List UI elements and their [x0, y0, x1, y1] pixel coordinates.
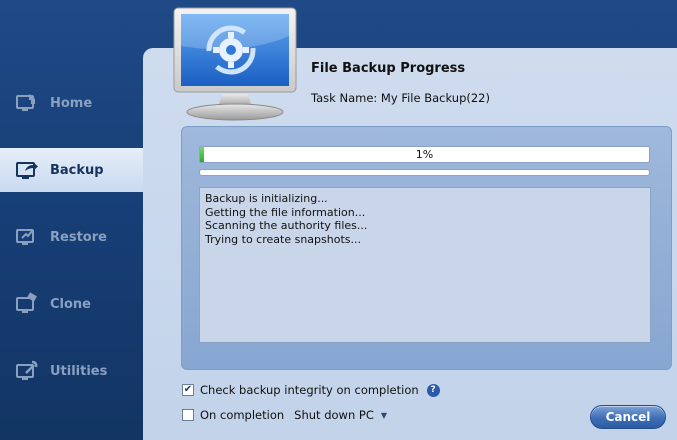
on-completion-option: On completion Shut down PC ▼ — [182, 408, 387, 422]
sidebar-item-clone[interactable]: Clone — [0, 282, 143, 326]
sidebar-item-label: Clone — [50, 296, 91, 312]
sidebar-item-label: Backup — [50, 162, 104, 178]
task-name: Task Name: My File Backup(22) — [311, 91, 490, 105]
utilities-icon — [14, 358, 40, 384]
log-line: Scanning the authority files... — [205, 219, 368, 233]
help-icon[interactable]: ? — [426, 383, 440, 397]
chevron-down-icon[interactable]: ▼ — [381, 411, 387, 420]
integrity-option: ✔ Check backup integrity on completion ? — [182, 383, 440, 397]
sidebar-item-label: Restore — [50, 229, 107, 245]
log-line: Getting the file information... — [205, 205, 366, 219]
page-title: File Backup Progress — [311, 61, 466, 76]
clone-icon — [14, 291, 40, 317]
cancel-button[interactable]: Cancel — [590, 405, 666, 429]
integrity-checkbox[interactable]: ✔ — [182, 384, 194, 396]
progress-bar: 1% — [199, 146, 650, 163]
sub-progress-bar — [199, 169, 650, 176]
sidebar-item-label: Home — [50, 95, 93, 111]
monitor-gear-icon — [172, 6, 302, 124]
log-area[interactable]: Backup is initializing... Getting the fi… — [199, 187, 651, 343]
sidebar-item-backup[interactable]: Backup — [0, 148, 143, 192]
sidebar-item-restore[interactable]: Restore — [0, 215, 143, 259]
sidebar-item-label: Utilities — [50, 363, 108, 379]
log-line: Trying to create snapshots... — [205, 233, 361, 247]
sidebar-item-home[interactable]: Home — [0, 81, 143, 125]
home-icon — [14, 90, 40, 116]
on-completion-checkbox[interactable] — [182, 409, 194, 421]
sidebar-item-utilities[interactable]: Utilities — [0, 349, 143, 393]
progress-percent: 1% — [415, 148, 434, 161]
restore-icon — [14, 224, 40, 250]
backup-icon — [14, 157, 40, 183]
log-line: Backup is initializing... — [205, 192, 328, 205]
sidebar: Home Backup Restore Clone Utilities — [0, 0, 143, 440]
integrity-label: Check backup integrity on completion — [200, 383, 419, 397]
on-completion-select[interactable]: Shut down PC — [294, 408, 374, 422]
on-completion-label: On completion — [200, 408, 285, 422]
